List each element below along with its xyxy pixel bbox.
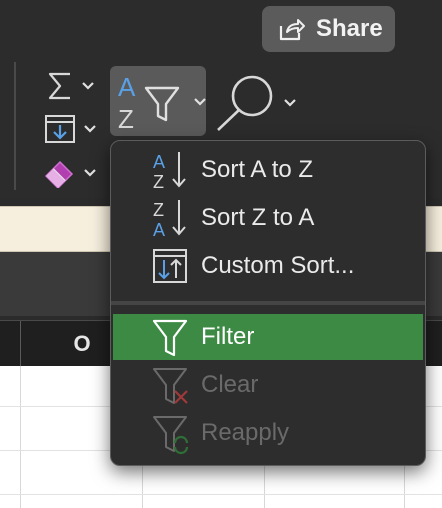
sigma-icon bbox=[48, 72, 70, 100]
reapply-filter-icon bbox=[151, 410, 191, 456]
sort-filter-icon: A Z bbox=[118, 72, 180, 134]
menu-item-label: Custom Sort... bbox=[201, 252, 355, 279]
chevron-down-icon bbox=[84, 125, 96, 133]
menu-divider bbox=[111, 301, 425, 305]
chevron-down-icon bbox=[84, 169, 96, 177]
sort-ascending-icon: A Z bbox=[151, 147, 191, 193]
filter-icon bbox=[151, 314, 191, 360]
sort-descending-icon: Z A bbox=[151, 195, 191, 241]
fill-down-icon bbox=[45, 115, 75, 143]
svg-text:A: A bbox=[153, 152, 165, 172]
menu-item-label: Filter bbox=[201, 323, 255, 350]
grid-line bbox=[0, 494, 442, 495]
menu-item-clear[interactable]: Clear bbox=[113, 362, 423, 408]
share-button[interactable]: Share bbox=[262, 6, 395, 52]
svg-text:Z: Z bbox=[118, 104, 134, 134]
sort-filter-menu: A Z Sort A to Z Z A Sort Z to A Custom S… bbox=[110, 140, 426, 466]
clear-filter-icon bbox=[151, 362, 191, 408]
chevron-down-icon bbox=[82, 82, 94, 90]
menu-item-sort-z-to-a[interactable]: Z A Sort Z to A bbox=[113, 195, 423, 241]
autosum-button[interactable] bbox=[46, 70, 94, 102]
column-divider bbox=[20, 321, 21, 367]
chevron-down-icon bbox=[284, 99, 296, 107]
menu-item-reapply[interactable]: Reapply bbox=[113, 410, 423, 456]
eraser-icon bbox=[44, 160, 74, 188]
share-icon bbox=[279, 19, 305, 41]
find-select-button[interactable] bbox=[214, 72, 296, 134]
grid-line bbox=[20, 366, 21, 508]
menu-item-filter[interactable]: Filter bbox=[113, 314, 423, 360]
menu-item-sort-a-to-z[interactable]: A Z Sort A to Z bbox=[113, 147, 423, 193]
sort-filter-button[interactable]: A Z bbox=[110, 66, 206, 136]
svg-text:Z: Z bbox=[153, 200, 164, 220]
custom-sort-icon bbox=[151, 243, 191, 289]
svg-text:A: A bbox=[118, 72, 136, 102]
menu-item-label: Clear bbox=[201, 371, 259, 398]
menu-item-label: Sort A to Z bbox=[201, 156, 314, 183]
menu-item-custom-sort[interactable]: Custom Sort... bbox=[113, 243, 423, 289]
svg-text:Z: Z bbox=[153, 172, 164, 192]
fill-button[interactable] bbox=[44, 114, 96, 144]
svg-text:A: A bbox=[153, 220, 165, 240]
chevron-down-icon bbox=[194, 98, 206, 106]
menu-item-label: Reapply bbox=[201, 419, 290, 446]
ribbon-group-separator bbox=[14, 62, 16, 190]
magnifier-icon bbox=[217, 75, 273, 131]
clear-button[interactable] bbox=[42, 158, 96, 188]
share-label: Share bbox=[316, 15, 383, 42]
menu-item-label: Sort Z to A bbox=[201, 204, 315, 231]
